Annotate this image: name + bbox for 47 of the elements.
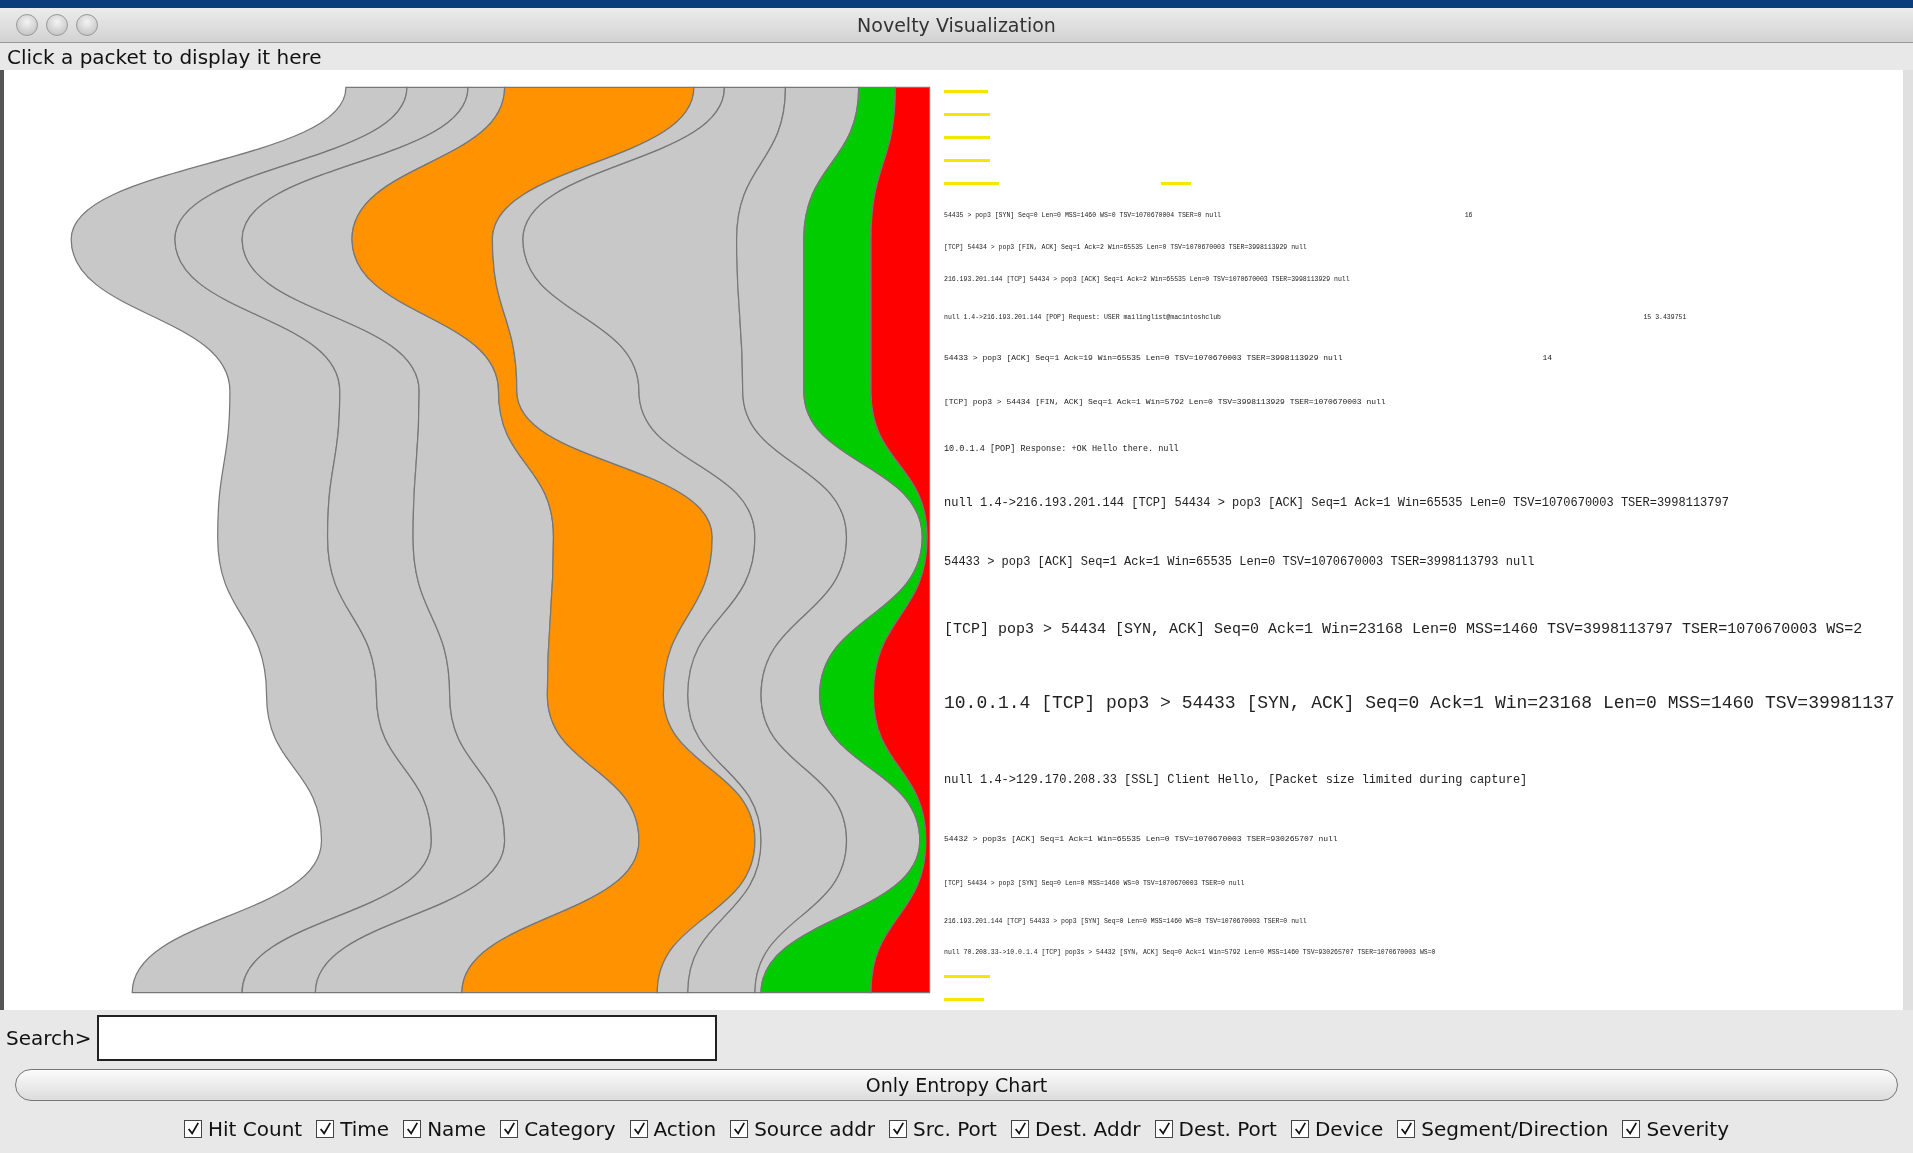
packet-entry[interactable]: 54433 > pop3 [ACK] Seq=1 Ack=19 Win=65535 Len=0 TSV=1070670003 TSER=3998113929 null <box>944 353 1343 363</box>
packet-detail-label: Click a packet to display it here <box>7 44 322 69</box>
packet-entry[interactable]: [TCP] pop3 > 54434 [FIN, ACK] Seq=1 Ack=1 Win=5792 Len=0 TSV=3998113929 TSER=1070670003 null <box>944 397 1386 407</box>
checkbox[interactable] <box>889 1120 908 1138</box>
packet-entry[interactable]: null 1.4->216.193.201.144 [TCP] 54434 > pop3 [ACK] Seq=1 Ack=1 Win=65535 Len=0 TSV=1070670003 TSER=3998113797 <box>944 495 1729 511</box>
checkbox-label[interactable]: Severity <box>1646 1117 1729 1141</box>
checkbox[interactable] <box>1290 1120 1309 1138</box>
checkbox[interactable] <box>1622 1120 1641 1138</box>
marker-bar <box>1161 182 1191 185</box>
checkbox[interactable] <box>500 1120 519 1138</box>
marker-bar <box>944 136 990 139</box>
packet-entry[interactable]: null 1.4->129.170.208.33 [SSL] Client Hello, [Packet size limited during capture] <box>944 772 1528 788</box>
marker-bar <box>944 997 984 1001</box>
checkbox-label[interactable]: Category <box>524 1117 616 1141</box>
search-label: Search> <box>6 1025 92 1050</box>
marker-bar <box>944 113 990 116</box>
packet-score: 14 <box>1542 353 1553 363</box>
checkbox-label[interactable]: Name <box>427 1117 487 1141</box>
checkbox-label[interactable]: Device <box>1314 1117 1384 1141</box>
checkbox[interactable] <box>403 1120 422 1138</box>
checkbox[interactable] <box>730 1120 749 1138</box>
checkbox-label[interactable]: Time <box>340 1117 390 1141</box>
marker-bar <box>944 182 999 185</box>
checkbox[interactable] <box>1397 1120 1416 1138</box>
checkbox[interactable] <box>184 1120 202 1138</box>
packet-entry[interactable]: [TCP] pop3 > 54434 [SYN, ACK] Seq=0 Ack=1 Win=23168 Len=0 MSS=1460 TSV=3998113797 TSER=1070670003 WS=2 <box>944 620 1863 639</box>
entropy-chart-button[interactable]: Only Entropy Chart <box>15 1069 1898 1101</box>
window-title: Novelty Visualization <box>856 14 1057 36</box>
checkbox-label[interactable]: Source addr <box>754 1117 876 1141</box>
search-field[interactable] <box>97 1014 718 1061</box>
marker-bar <box>944 974 990 978</box>
checkbox-label[interactable]: Action <box>653 1117 717 1141</box>
checkbox-label[interactable]: Src. Port <box>913 1117 997 1141</box>
packet-entry[interactable]: 54432 > pop3s [ACK] Seq=1 Ack=1 Win=65535 Len=0 TSV=1070670003 TSER=930265707 null <box>944 834 1338 844</box>
checkbox[interactable] <box>316 1120 335 1138</box>
packet-entry[interactable]: 10.0.1.4 [POP] Response: +OK Hello there. null <box>944 443 1179 454</box>
packet-entry[interactable]: 10.0.1.4 [TCP] pop3 > 54433 [SYN, ACK] Seq=0 Ack=1 Win=23168 Len=0 MSS=1460 TSV=39981137 <box>944 693 1895 715</box>
checkbox[interactable] <box>629 1120 648 1138</box>
checkbox-label[interactable]: Segment/Direction <box>1421 1117 1609 1141</box>
checkbox[interactable] <box>1010 1120 1029 1138</box>
marker-bar <box>944 90 988 93</box>
checkbox-label[interactable]: Dest. Addr <box>1034 1117 1141 1141</box>
packet-entry[interactable]: 54433 > pop3 [ACK] Seq=1 Ack=1 Win=65535 Len=0 TSV=1070670003 TSER=3998113793 null <box>944 554 1535 570</box>
checkbox-label[interactable]: Dest. Port <box>1178 1117 1277 1141</box>
checkbox-label[interactable]: Hit Count <box>208 1117 303 1141</box>
checkbox[interactable] <box>1154 1120 1173 1138</box>
marker-bar <box>944 159 990 162</box>
